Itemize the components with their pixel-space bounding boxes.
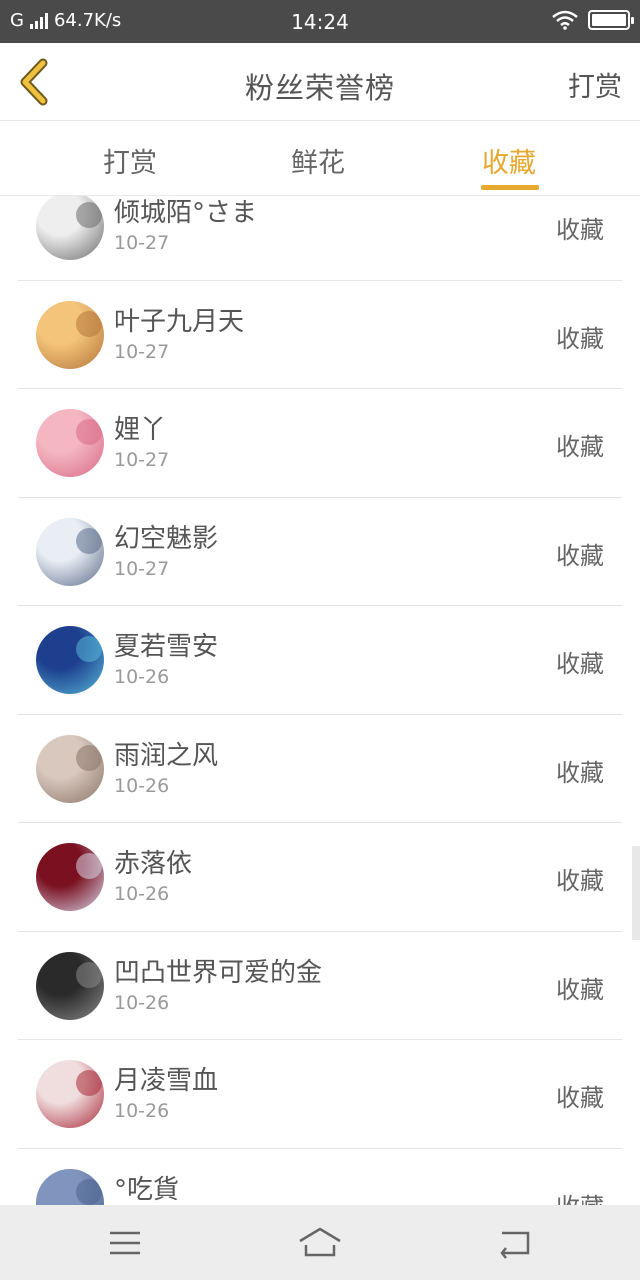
favorite-date: 10-26 [114, 1100, 170, 1122]
favorite-label: 收藏 [556, 975, 604, 1004]
battery-icon [588, 10, 634, 30]
user-name: 雨润之风 [114, 740, 219, 771]
favorite-date: 10-26 [114, 991, 170, 1014]
tab-active-indicator [481, 185, 539, 190]
list-item[interactable]: 夏若雪安 10-26 收藏 [18, 606, 622, 715]
favorite-date: 10-27 [114, 232, 170, 254]
favorite-label: 收藏 [556, 758, 604, 787]
user-name: 赤落依 [114, 849, 193, 879]
favorite-date: 10-27 [114, 449, 170, 471]
favorite-label: 收藏 [556, 867, 604, 895]
favorite-label: 收藏 [556, 433, 604, 461]
page-title: 粉丝荣誉榜 [244, 71, 395, 105]
list-item[interactable]: 赤落依 10-26 收藏 [18, 823, 622, 932]
list-item[interactable]: 娌丫 10-27 收藏 [18, 389, 622, 498]
avatar[interactable] [36, 196, 104, 260]
status-bar: G 64.7K/s 14:24 [0, 0, 640, 43]
favorite-date: 10-26 [114, 883, 170, 905]
favorite-label: 收藏 [556, 541, 604, 570]
favorite-label: 收藏 [556, 1187, 604, 1206]
user-name: °吃貨 [114, 1174, 180, 1205]
battery-level [592, 14, 627, 26]
list-item[interactable]: °吃貨 收藏 [18, 1149, 622, 1206]
favorite-label: 收藏 [556, 216, 604, 244]
tab-favorites[interactable]: 收藏 [482, 141, 536, 180]
avatar[interactable] [36, 843, 104, 911]
user-name: 凹凸世界可爱的金 [114, 957, 323, 988]
nav-back-button[interactable] [490, 1223, 540, 1263]
list-item[interactable]: 幻空魅影 10-27 收藏 [18, 498, 622, 606]
user-name: 倾城陌°さま [114, 198, 258, 228]
favorite-date: 10-26 [114, 774, 170, 797]
favorite-date: 10-26 [114, 666, 170, 688]
back-icon [500, 1231, 530, 1259]
list-item[interactable]: 倾城陌°さま 10-27 收藏 [18, 196, 622, 281]
avatar[interactable] [36, 951, 104, 1020]
tip-button[interactable]: 打赏 [568, 65, 622, 104]
title-bar: 粉丝荣誉榜 打赏 [0, 43, 640, 121]
avatar[interactable] [36, 734, 104, 803]
avatar[interactable] [36, 409, 104, 477]
list-item[interactable]: 凹凸世界可爱的金 10-26 收藏 [18, 932, 622, 1040]
avatar[interactable] [36, 517, 104, 586]
nav-home-button[interactable] [295, 1223, 345, 1263]
status-right [552, 10, 634, 30]
tab-tip[interactable]: 打赏 [103, 141, 157, 180]
scrollbar[interactable] [632, 846, 640, 940]
favorite-label: 收藏 [556, 324, 604, 353]
home-icon [299, 1227, 341, 1257]
nav-menu-button[interactable] [100, 1223, 150, 1263]
avatar[interactable] [36, 1060, 104, 1128]
wifi-icon [552, 10, 578, 30]
clock: 14:24 [291, 10, 349, 34]
user-name: 夏若雪安 [114, 632, 219, 662]
fan-list[interactable]: 倾城陌°さま 10-27 收藏 叶子九月天 10-27 收藏 娌丫 10-27 收藏 幻空魅影 10… [0, 196, 640, 1205]
avatar[interactable] [36, 1168, 104, 1205]
tab-flowers[interactable]: 鲜花 [291, 141, 345, 180]
user-name: 叶子九月天 [114, 306, 245, 337]
list-item[interactable]: 叶子九月天 10-27 收藏 [18, 281, 622, 389]
favorite-label: 收藏 [556, 1084, 604, 1112]
avatar[interactable] [36, 300, 104, 369]
user-name: 幻空魅影 [114, 523, 219, 554]
favorite-date: 10-27 [114, 340, 170, 363]
system-nav-bar [0, 1205, 640, 1280]
tab-bar: 打赏 鲜花 收藏 [0, 121, 640, 196]
list-item[interactable]: 雨润之风 10-26 收藏 [18, 715, 622, 823]
favorite-label: 收藏 [556, 650, 604, 678]
fan-list-items: 倾城陌°さま 10-27 收藏 叶子九月天 10-27 收藏 娌丫 10-27 收藏 幻空魅影 10… [0, 196, 640, 1205]
favorite-date: 10-27 [114, 557, 170, 580]
list-item[interactable]: 月凌雪血 10-26 收藏 [18, 1040, 622, 1149]
avatar[interactable] [36, 626, 104, 694]
user-name: 月凌雪血 [114, 1066, 219, 1096]
menu-icon [110, 1231, 140, 1255]
user-name: 娌丫 [114, 415, 167, 445]
